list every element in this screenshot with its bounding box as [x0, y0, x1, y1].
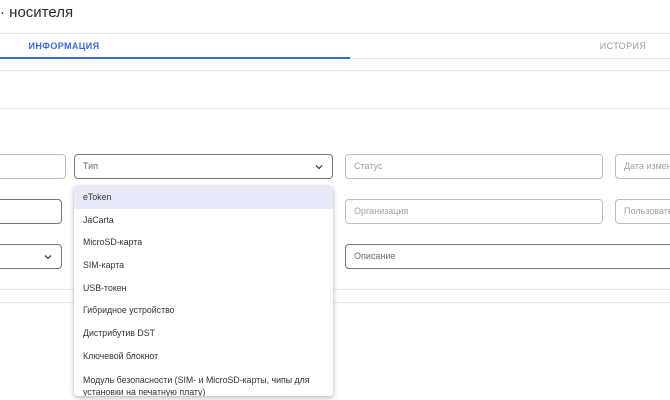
- type-select[interactable]: Тип: [74, 154, 333, 179]
- active-tab-indicator: [0, 57, 350, 59]
- dropdown-option-dst[interactable]: Дистрибутив DST: [74, 322, 333, 345]
- dropdown-option-microsd[interactable]: MicroSD-карта: [74, 231, 333, 254]
- dropdown-option-sim[interactable]: SIM-карта: [74, 254, 333, 277]
- left-select-row3[interactable]: [0, 244, 62, 269]
- status-field[interactable]: Статус: [345, 154, 603, 179]
- status-field-label: Статус: [354, 161, 383, 171]
- description-field[interactable]: Описание: [345, 244, 670, 269]
- title-divider: [0, 33, 670, 34]
- page-title: · носителя: [0, 4, 74, 21]
- dropdown-option-jacarta[interactable]: JaCarta: [74, 209, 333, 232]
- left-field-row1[interactable]: [0, 154, 66, 179]
- user-field-label: Пользовате: [624, 206, 670, 216]
- organization-field[interactable]: Организация: [345, 199, 603, 224]
- section-divider: [0, 108, 670, 109]
- type-select-label: Тип: [83, 161, 99, 171]
- date-changed-field[interactable]: Дата измен: [615, 154, 670, 179]
- user-field[interactable]: Пользовате: [615, 199, 670, 224]
- dropdown-option-hybrid[interactable]: Гибридное устройство: [74, 299, 333, 322]
- section-divider: [0, 70, 670, 71]
- chevron-down-icon[interactable]: [314, 162, 324, 172]
- dropdown-option-usb-token[interactable]: USB-токен: [74, 277, 333, 300]
- description-field-label: Описание: [354, 251, 396, 261]
- tab-history[interactable]: ИСТОРИЯ: [560, 35, 670, 58]
- chevron-down-icon[interactable]: [43, 252, 53, 262]
- dropdown-option-key-notebook[interactable]: Ключевой блокнот: [74, 345, 333, 368]
- tab-information[interactable]: ИНФОРМАЦИЯ: [0, 35, 350, 58]
- dropdown-option-etoken[interactable]: eToken: [74, 186, 333, 209]
- type-dropdown-menu[interactable]: eToken JaCarta MicroSD-карта SIM-карта U…: [74, 186, 333, 396]
- date-changed-label: Дата измен: [624, 161, 670, 171]
- dropdown-option-security-module[interactable]: Модуль безопасности (SIM- и MicroSD-карт…: [74, 368, 333, 397]
- organization-field-label: Организация: [354, 206, 409, 216]
- left-field-row2[interactable]: [0, 199, 62, 224]
